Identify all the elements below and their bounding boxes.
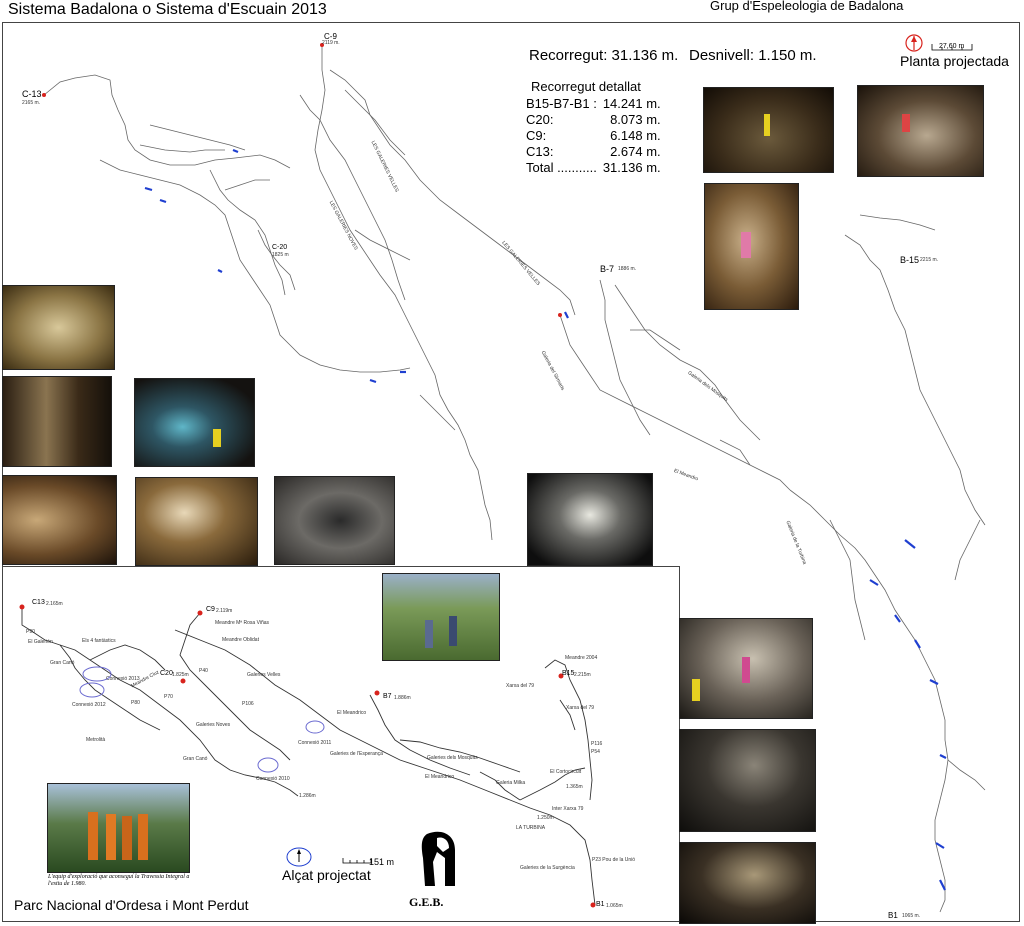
elev-entrance-c13: C13 [32,599,45,606]
elev-entrance-c9-alt: 2.119m [216,608,233,614]
elevation-scale-label: 151 m [369,857,395,867]
elev-label: Meandre 2004 [565,655,598,661]
cave-photo [679,842,816,924]
elev-label: Galeria Milka [496,780,526,786]
elev-entrance-c13-alt: 2.165m [46,601,63,607]
team-photo [382,573,500,661]
elev-label: Meandre Oblidat [222,637,259,643]
team-photo-1980 [47,783,190,873]
elev-label: Galeries de la Surgència [520,865,575,871]
elev-label: Gran Canó [183,756,208,762]
elev-label: P23 Pou de la Unió [592,857,636,863]
elev-entrance-b7-alt: 1.886m [394,695,411,701]
elev-label: Inter Xarxa 79 [552,806,584,812]
elev-label: Xarxa del 79 [506,683,535,689]
elev-label: El Galerión [28,639,53,645]
elev-label: Els 4 fantàstics [82,638,116,644]
geb-logo-text: G.E.B. [409,895,444,909]
elev-label: El Meandrico [337,710,367,716]
elev-label: LA TURBINA [516,825,546,831]
elev-label: Xarxa del 79 [566,705,595,711]
footer-park-name: Parc Nacional d'Ordesa i Mont Perdut [14,897,249,913]
north-arrow-icon [286,847,312,867]
elev-label: P90 [26,629,35,635]
elev-label: El Meandrico [425,774,455,780]
photo-caption: L'equip d'exploració que aconseguí la Tr… [48,874,190,887]
elev-label: Meandre Mª Rosa Viñas [215,620,270,626]
elev-label: Galeries dels Mosquits [427,755,478,761]
elev-label: Connexió 2011 [298,740,332,746]
elev-label: Metrolità [86,737,106,743]
cave-photo [679,618,813,719]
elev-entrance-b15: B15 [562,670,575,677]
elev-label: Galeries Noves [196,722,231,728]
elev-label: P40 [199,668,208,674]
elev-entrance-b7: B7 [383,693,392,700]
geb-logo-icon [421,831,455,886]
elev-label: P80 [131,700,140,706]
elev-entrance-c9: C9 [206,606,215,613]
elev-label: P70 [164,694,173,700]
elev-label: 1.250m [537,815,554,821]
elev-label: Connexió 2012 [72,702,106,708]
elev-label: 1.365m [566,784,583,790]
elev-entrance-c20-alt: 1.825m [172,672,189,678]
elev-label: Connexió 2010 [256,776,290,782]
elev-entrance-b15-alt: 2.215m [574,672,591,678]
elev-entrance-b1: B1 [596,901,605,908]
elev-entrance-c20: C20 [160,670,173,677]
elev-label: P106 [242,701,254,707]
elev-label: El Cortocircuit [550,769,582,775]
elevation-label: Alçat projectat [282,867,371,883]
elev-label: P116 [591,741,603,747]
elev-label: Galeries Velles [247,672,281,678]
elev-label: 1.286m [299,793,316,799]
cave-photo [679,729,816,832]
elev-entrance-b1-alt: 1.065m [606,903,623,909]
elev-label: Galeries de l'Esperança [330,751,383,757]
elev-label: Gran Canó [50,660,75,666]
elev-label: P54 [591,749,600,755]
